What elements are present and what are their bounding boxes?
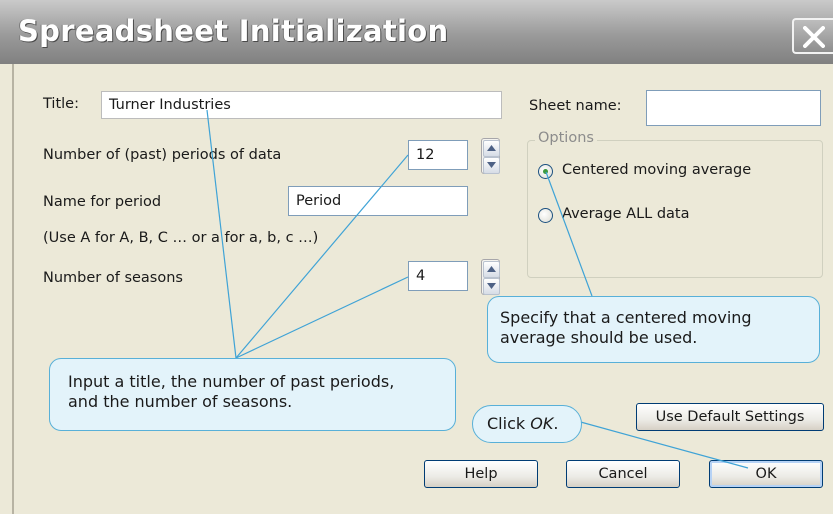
- inputs-callout-line2: and the number of seasons.: [68, 392, 293, 411]
- inputs-callout-line1: Input a title, the number of past period…: [68, 372, 395, 391]
- ok-callout-word: OK: [530, 414, 554, 433]
- ok-callout-suffix: .: [553, 414, 559, 433]
- spreadsheet-initialization-dialog: Spreadsheet Initialization Title: Turner…: [0, 0, 833, 514]
- ok-callout-text: Click OK.: [487, 414, 558, 433]
- pointer-to-periods: [235, 154, 409, 359]
- callout-pointer-lines: [206, 109, 749, 469]
- pointer-to-ok: [576, 420, 749, 469]
- pointer-to-seasons: [235, 276, 409, 359]
- pointer-to-centered-radio: [545, 171, 593, 297]
- centered-callout-line1: Specify that a centered moving: [500, 308, 752, 327]
- centered-average-callout: Specify that a centered moving average s…: [487, 296, 820, 363]
- pointer-to-title: [206, 109, 237, 359]
- centered-callout-line2: average should be used.: [500, 328, 698, 347]
- inputs-callout: Input a title, the number of past period…: [49, 358, 456, 431]
- ok-callout: Click OK.: [472, 405, 582, 443]
- ok-callout-prefix: Click: [487, 414, 531, 433]
